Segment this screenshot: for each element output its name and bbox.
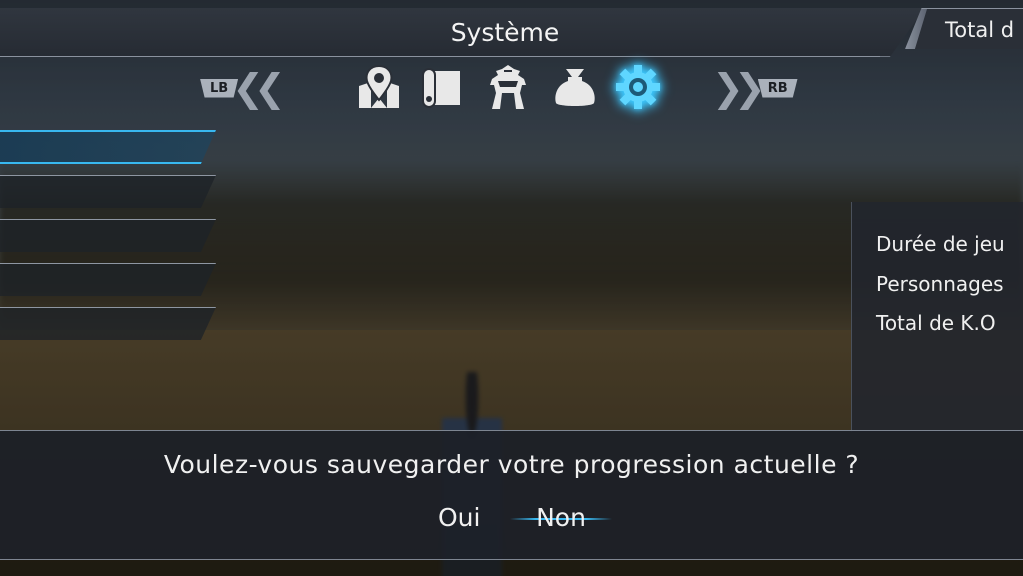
stat-characters: Personnages	[876, 272, 1004, 296]
total-tab[interactable]: Total d	[905, 8, 1023, 49]
lb-label: LB	[200, 78, 239, 98]
bag-icon[interactable]	[551, 63, 599, 111]
rb-shoulder-button[interactable]: ❯❯ RB	[712, 68, 798, 108]
menu-item-3[interactable]	[0, 219, 216, 252]
lb-shoulder-button[interactable]: LB ❮❮	[200, 66, 286, 110]
stat-total-ko: Total de K.O	[876, 311, 996, 335]
stats-panel: Durée de jeu Personnages Total de K.O	[851, 202, 1023, 432]
dialog-question: Voulez-vous sauvegarder votre progressio…	[163, 450, 860, 479]
chevron-right-icon: ❯❯	[712, 66, 766, 110]
scroll-icon[interactable]	[418, 63, 466, 111]
save-confirm-dialog: Voulez-vous sauvegarder votre progressio…	[0, 430, 1023, 560]
page-title: Système	[450, 18, 560, 47]
category-tabs: LB ❮❮ ❯❯ RB	[0, 60, 1023, 120]
menu-item-1[interactable]	[0, 130, 216, 164]
menu-item-4[interactable]	[0, 263, 216, 296]
stat-play-time: Durée de jeu	[876, 232, 1005, 256]
chevron-left-icon: ❮❮	[232, 66, 286, 110]
no-button[interactable]: Non	[510, 503, 612, 533]
no-button-label: Non	[536, 503, 586, 532]
menu-item-5[interactable]	[0, 307, 216, 340]
map-icon[interactable]	[355, 63, 403, 111]
rb-label: RB	[757, 78, 798, 98]
gear-icon[interactable]	[614, 63, 662, 111]
total-tab-label: Total d	[945, 18, 1015, 42]
helmet-icon[interactable]	[484, 63, 532, 111]
yes-button[interactable]: Oui	[438, 503, 480, 532]
system-menu	[0, 130, 220, 351]
header-bar: Système	[0, 8, 1023, 58]
menu-item-2[interactable]	[0, 175, 216, 208]
